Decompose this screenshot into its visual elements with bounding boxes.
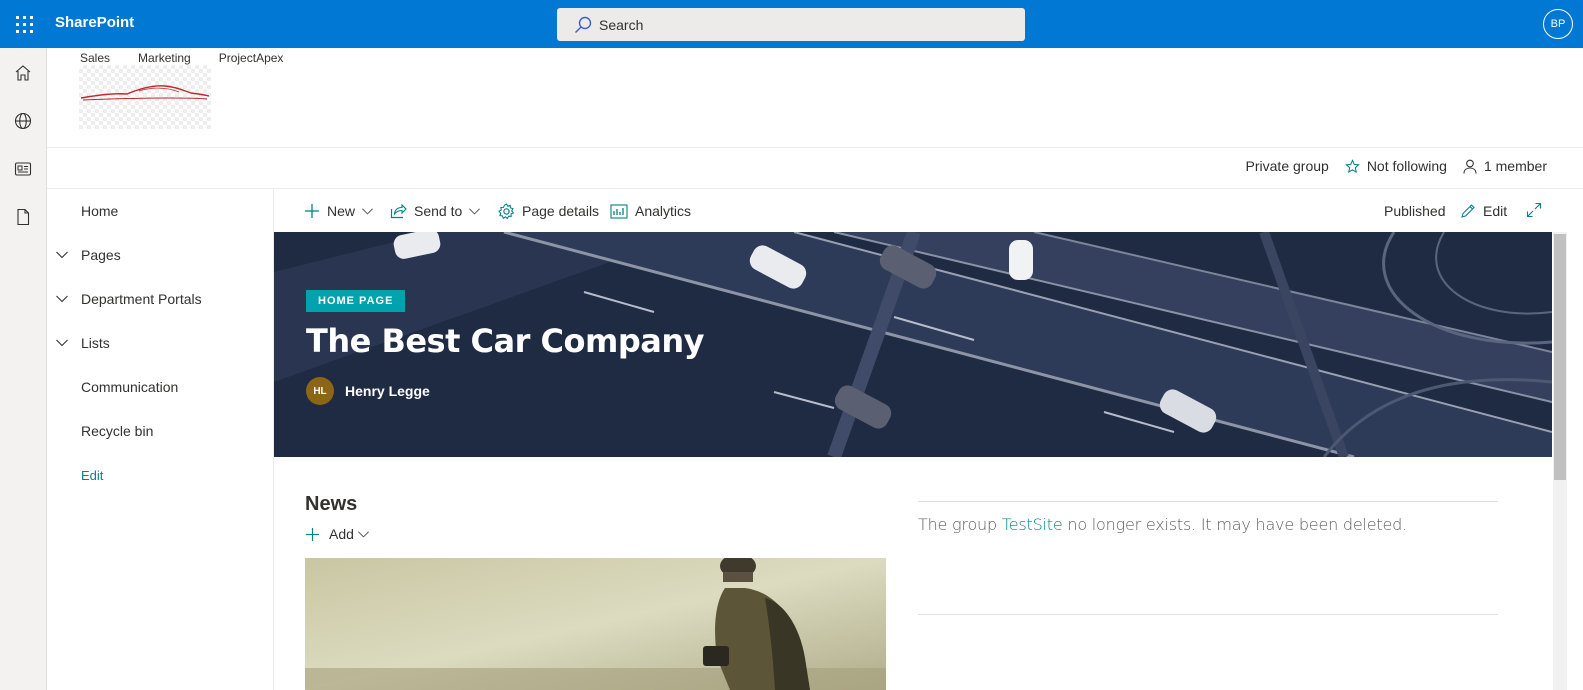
- message-suffix: no longer exists. It may have been delet…: [1062, 515, 1407, 534]
- search-input[interactable]: [599, 16, 999, 33]
- chevron-down-icon[interactable]: [55, 336, 69, 350]
- nav-item-pages[interactable]: Pages: [47, 233, 273, 277]
- privacy-text: Private group: [1245, 158, 1329, 174]
- expand-button[interactable]: [1526, 189, 1542, 233]
- nav-item-recycle-bin[interactable]: Recycle bin: [47, 409, 273, 453]
- news-article-image[interactable]: [305, 558, 886, 690]
- user-avatar[interactable]: BP: [1543, 9, 1573, 39]
- members-button[interactable]: 1 member: [1463, 158, 1547, 174]
- nav-item-label: Department Portals: [81, 291, 202, 307]
- group-link[interactable]: TestSite: [1002, 515, 1063, 534]
- chevron-down-icon: [468, 205, 481, 218]
- follow-button[interactable]: Not following: [1345, 158, 1447, 174]
- nav-item-label: Lists: [81, 335, 110, 351]
- news-icon[interactable]: [12, 158, 34, 180]
- app-launcher-button[interactable]: [0, 0, 48, 48]
- page-details-button[interactable]: Page details: [498, 189, 599, 233]
- car-logo-icon: [80, 85, 210, 101]
- brand-link[interactable]: SharePoint: [55, 14, 134, 31]
- document-icon[interactable]: [12, 206, 34, 228]
- group-missing-message: The group TestSite no longer exists. It …: [918, 515, 1407, 534]
- nav-item-label: Recycle bin: [81, 423, 154, 439]
- hub-navigation: Sales Marketing ProjectApex: [80, 51, 311, 65]
- nav-item-label: Pages: [81, 247, 121, 263]
- site-info-bar: Private group Not following 1 member: [1230, 158, 1547, 174]
- publish-status: Published: [1384, 189, 1446, 233]
- plus-icon: [305, 527, 320, 542]
- nav-item-label: Communication: [81, 379, 179, 395]
- author-name: Henry Legge: [345, 383, 430, 399]
- share-icon: [390, 203, 407, 219]
- pencil-icon: [1460, 203, 1476, 219]
- follow-text: Not following: [1366, 158, 1447, 174]
- author-byline[interactable]: HL Henry Legge: [306, 377, 430, 405]
- edit-button[interactable]: Edit: [1460, 189, 1507, 233]
- send-to-label: Send to: [414, 203, 463, 219]
- analytics-button[interactable]: Analytics: [610, 189, 691, 233]
- search-box[interactable]: [557, 8, 1025, 41]
- message-prefix: The group: [918, 515, 1002, 534]
- nav-item-home[interactable]: Home: [47, 189, 273, 233]
- chevron-down-icon[interactable]: [55, 248, 69, 262]
- add-news-button[interactable]: Add: [305, 526, 370, 542]
- nav-edit-link[interactable]: Edit: [47, 453, 273, 497]
- nav-edit-label: Edit: [81, 467, 104, 483]
- chevron-down-icon: [361, 205, 374, 218]
- plus-icon: [304, 203, 320, 219]
- hub-nav-projectapex[interactable]: ProjectApex: [219, 51, 284, 65]
- star-icon: [1345, 158, 1360, 174]
- page-type-tag: HOME PAGE: [306, 290, 406, 312]
- page-details-label: Page details: [522, 203, 600, 219]
- nav-item-lists[interactable]: Lists: [47, 321, 273, 365]
- hero-banner: HOME PAGE The Best Car Company HL Henry …: [274, 232, 1552, 457]
- chevron-down-icon[interactable]: [55, 292, 69, 306]
- group-web-part: The group TestSite no longer exists. It …: [918, 501, 1498, 615]
- left-navigation: Home Pages Department Portals Lists Comm…: [47, 188, 274, 690]
- site-logo[interactable]: [79, 65, 211, 129]
- add-news-label: Add: [329, 526, 354, 542]
- waffle-icon: [15, 15, 33, 33]
- person-icon: [1463, 159, 1477, 174]
- publish-status-label: Published: [1384, 203, 1446, 219]
- news-photo: [305, 558, 886, 690]
- search-icon: [575, 16, 592, 33]
- expand-icon: [1526, 202, 1542, 221]
- send-to-button[interactable]: Send to: [390, 189, 481, 233]
- globe-icon[interactable]: [12, 110, 34, 132]
- suite-bar: SharePoint BP: [0, 0, 1583, 48]
- nav-item-department-portals[interactable]: Department Portals: [47, 277, 273, 321]
- page-title: The Best Car Company: [306, 322, 704, 360]
- new-label: New: [327, 203, 356, 219]
- header-divider: [47, 147, 1583, 148]
- scrollbar-thumb[interactable]: [1554, 234, 1566, 480]
- hub-nav-marketing[interactable]: Marketing: [138, 51, 191, 65]
- hub-nav-sales[interactable]: Sales: [80, 51, 110, 65]
- chevron-down-icon: [357, 528, 370, 541]
- members-text: 1 member: [1483, 158, 1547, 174]
- analytics-icon: [610, 203, 628, 219]
- nav-item-communication[interactable]: Communication: [47, 365, 273, 409]
- author-avatar: HL: [306, 377, 334, 405]
- news-heading: News: [305, 493, 358, 515]
- page-scrollbar[interactable]: [1552, 232, 1583, 690]
- home-icon[interactable]: [12, 62, 34, 84]
- gear-icon: [498, 202, 515, 220]
- nav-item-label: Home: [81, 203, 119, 219]
- analytics-label: Analytics: [635, 203, 692, 219]
- new-button[interactable]: New: [304, 189, 374, 233]
- app-bar: [0, 48, 47, 690]
- privacy-label: Private group: [1246, 158, 1329, 174]
- edit-label: Edit: [1483, 203, 1508, 219]
- command-bar: New Send to Page details Analytics Publi…: [274, 188, 1583, 232]
